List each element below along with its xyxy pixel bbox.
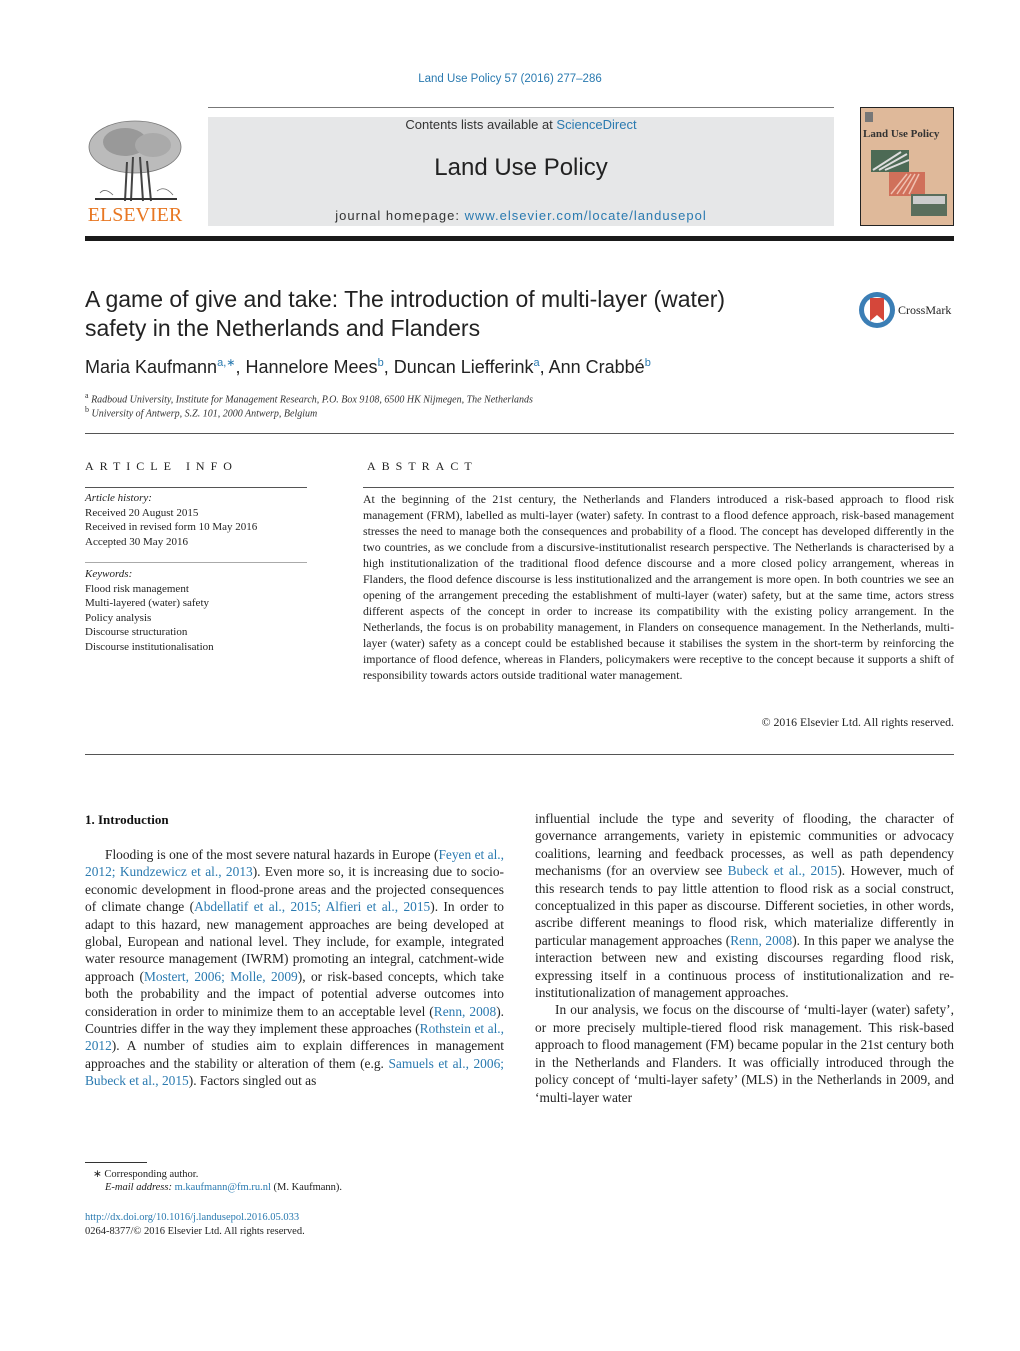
keyword: Multi-layered (water) safety: [85, 597, 209, 609]
author[interactable]: Hannelore Meesb: [245, 357, 383, 377]
cover-images-icon: [871, 150, 947, 216]
title-line-1: A game of give and take: The introductio…: [85, 286, 726, 312]
article-title: A game of give and take: The introductio…: [85, 285, 825, 343]
citation-link[interactable]: Renn, 2008: [730, 933, 792, 948]
affiliation: b University of Antwerp, S.Z. 101, 2000 …: [85, 405, 317, 419]
contents-prefix: Contents lists available at: [405, 117, 557, 132]
journal-banner: Contents lists available at ScienceDirec…: [208, 117, 834, 226]
abstract-text: At the beginning of the 21st century, th…: [363, 492, 954, 682]
corresponding-author-note: ∗ Corresponding author.: [93, 1169, 199, 1180]
article-info-heading: ARTICLE INFO: [85, 459, 238, 473]
abstract-rule: [363, 487, 954, 488]
issn-copyright: 0264-8377/© 2016 Elsevier Ltd. All right…: [85, 1226, 305, 1237]
keywords: Keywords: Flood risk management Multi-la…: [85, 567, 307, 654]
abstract-heading: ABSTRACT: [367, 459, 478, 473]
author-name[interactable]: Maria Kaufmann: [85, 357, 217, 377]
doi-link[interactable]: http://dx.doi.org/10.1016/j.landusepol.2…: [85, 1212, 299, 1223]
affiliation-text: University of Antwerp, S.Z. 101, 2000 An…: [91, 408, 318, 420]
crossmark-label: CrossMark: [898, 303, 952, 317]
affiliation-mark: a: [85, 391, 89, 400]
elsevier-logo[interactable]: ELSEVIER: [85, 117, 185, 227]
email-footnote: E-mail address: m.kaufmann@fm.ru.nl (M. …: [105, 1182, 342, 1193]
author[interactable]: Maria Kaufmanna,∗: [85, 357, 235, 377]
author-name[interactable]: Hannelore Mees: [245, 357, 377, 377]
author[interactable]: Ann Crabbéb: [549, 357, 651, 377]
author-affiliation-mark[interactable]: b: [645, 357, 651, 369]
paragraph: Flooding is one of the most severe natur…: [85, 846, 504, 1090]
citation-link[interactable]: Bubeck et al., 2015: [728, 863, 838, 878]
history-label: Article history:: [85, 492, 152, 504]
elsevier-tree-icon: [85, 117, 185, 205]
author-affiliation-mark[interactable]: a: [533, 357, 539, 369]
email-suffix: (M. Kaufmann).: [270, 1182, 343, 1193]
keyword: Flood risk management: [85, 582, 189, 595]
keyword: Policy analysis: [85, 611, 152, 624]
history-item: Received in revised form 10 May 2016: [85, 521, 258, 533]
journal-homepage: journal homepage: www.elsevier.com/locat…: [208, 208, 834, 223]
sciencedirect-link[interactable]: ScienceDirect: [556, 117, 636, 132]
article-history: Article history: Received 20 August 2015…: [85, 491, 307, 549]
section-heading-introduction: 1. Introduction: [85, 812, 169, 827]
citation-link[interactable]: Land Use Policy 57 (2016) 277–286: [418, 73, 602, 85]
paragraph-text: ). Factors singled out as: [188, 1073, 317, 1089]
title-line-2: safety in the Netherlands and Flanders: [85, 315, 481, 341]
crossmark-icon: [859, 292, 895, 328]
homepage-link[interactable]: www.elsevier.com/locate/landusepol: [465, 208, 707, 223]
email-label: E-mail address:: [105, 1182, 175, 1193]
contents-line: Contents lists available at ScienceDirec…: [208, 117, 834, 132]
abstract-divider: [85, 754, 954, 755]
abstract-copyright: © 2016 Elsevier Ltd. All rights reserved…: [761, 715, 954, 729]
body-column-right: influential include the type and severit…: [535, 810, 954, 1106]
author-name[interactable]: Ann Crabbé: [549, 357, 645, 377]
affiliation-mark: b: [85, 405, 89, 414]
keywords-rule: [85, 562, 307, 563]
history-item: Accepted 30 May 2016: [85, 535, 188, 548]
journal-citation[interactable]: Land Use Policy 57 (2016) 277–286: [0, 73, 1020, 85]
author-name[interactable]: Duncan Liefferink: [394, 357, 534, 377]
citation-link[interactable]: Renn, 2008: [434, 1004, 496, 1019]
keyword: Discourse institutionalisation: [85, 640, 214, 653]
author[interactable]: Duncan Liefferinka: [394, 357, 540, 377]
affiliation: a Radboud University, Institute for Mana…: [85, 391, 533, 405]
history-item: Received 20 August 2015: [85, 506, 199, 519]
email-link[interactable]: m.kaufmann@fm.ru.nl: [175, 1182, 271, 1193]
footnote-rule: [85, 1162, 147, 1163]
elsevier-wordmark: ELSEVIER: [87, 204, 183, 226]
citation-link[interactable]: Abdellatif et al., 2015; Alfieri et al.,…: [194, 899, 430, 914]
body-column-left: Flooding is one of the most severe natur…: [85, 846, 504, 1090]
citation-link[interactable]: Mostert, 2006; Molle, 2009: [144, 969, 298, 984]
author-list: Maria Kaufmanna,∗, Hannelore Meesb, Dunc…: [85, 357, 651, 377]
cover-title: Land Use Policy: [863, 128, 940, 140]
author-affiliation-mark[interactable]: a,∗: [217, 357, 235, 369]
keywords-label: Keywords:: [85, 568, 133, 580]
cover-emblem-icon: [865, 112, 873, 122]
affiliation-text: Radboud University, Institute for Manage…: [91, 394, 533, 406]
homepage-label: journal homepage:: [335, 208, 465, 223]
journal-cover[interactable]: Land Use Policy: [860, 107, 954, 226]
crossmark-badge[interactable]: CrossMark: [858, 291, 958, 329]
article-info-rule: [85, 487, 307, 488]
paragraph: In our analysis, we focus on the discour…: [535, 1002, 954, 1105]
header-thick-rule: [85, 236, 954, 241]
header-rule: [208, 107, 834, 108]
journal-title: Land Use Policy: [434, 154, 608, 181]
keyword: Discourse structuration: [85, 626, 188, 638]
paragraph: influential include the type and severit…: [535, 810, 954, 1001]
title-divider: [85, 433, 954, 434]
paragraph-text: Flooding is one of the most severe natur…: [105, 847, 439, 862]
author-affiliation-mark[interactable]: b: [378, 357, 384, 369]
